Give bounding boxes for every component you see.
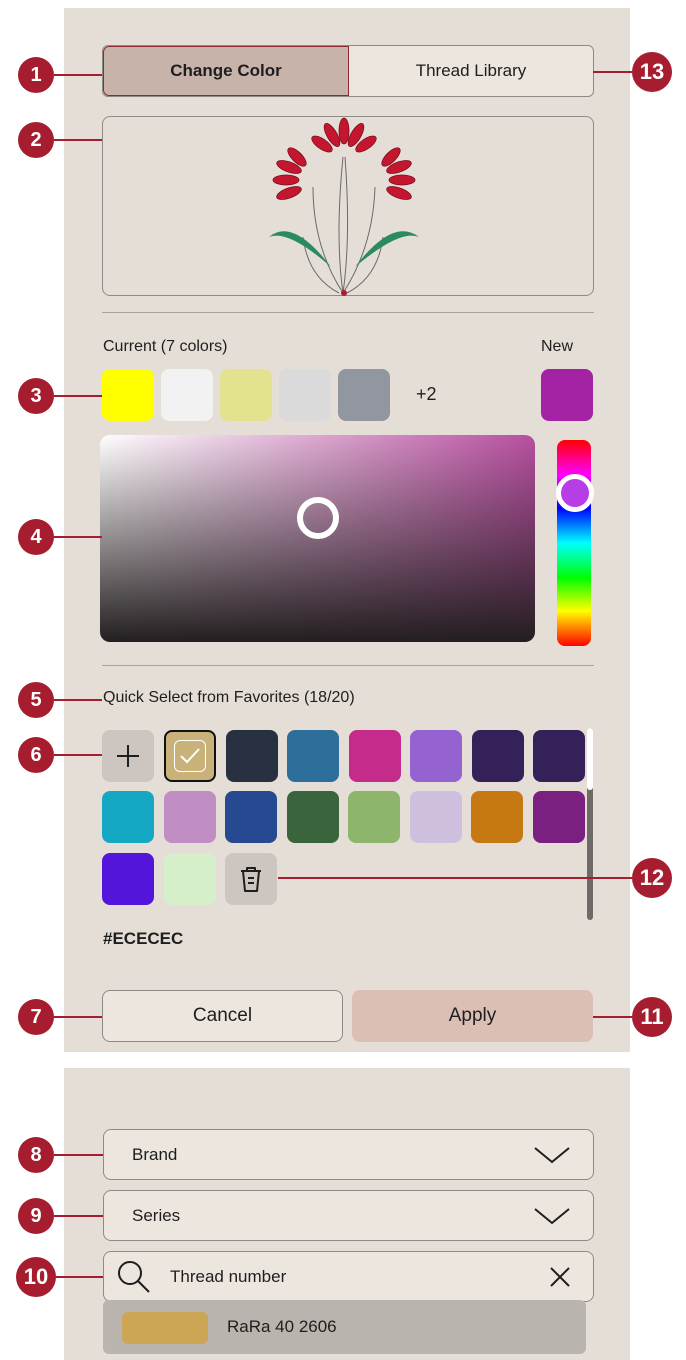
add-favorite-button[interactable] xyxy=(102,730,154,782)
callout-badge: 5 xyxy=(18,682,54,718)
callout-badge: 4 xyxy=(18,519,54,555)
callout-badge: 9 xyxy=(18,1198,54,1234)
callout-line xyxy=(54,754,102,756)
favorite-swatch[interactable] xyxy=(532,791,585,843)
callout-badge: 3 xyxy=(18,378,54,414)
brand-dropdown-label: Brand xyxy=(132,1144,178,1164)
callout-line xyxy=(54,1154,103,1156)
new-color-label: New xyxy=(541,338,574,355)
flower-design-image xyxy=(269,117,419,296)
chevron-down-icon xyxy=(534,1208,570,1225)
divider xyxy=(102,665,594,666)
thread-result-label: RaRa 40 2606 xyxy=(227,1317,337,1336)
picker-handle[interactable] xyxy=(297,497,339,539)
apply-button[interactable]: Apply xyxy=(352,990,593,1042)
favorite-swatch[interactable] xyxy=(102,853,154,905)
more-colors-count[interactable]: +2 xyxy=(416,384,437,405)
callout-badge: 11 xyxy=(632,997,672,1037)
favorite-swatch[interactable] xyxy=(410,730,462,782)
embroidery-preview xyxy=(102,116,594,296)
hex-readout: #ECECEC xyxy=(103,929,184,948)
callout-badge: 12 xyxy=(632,858,672,898)
callout-line xyxy=(278,877,632,879)
callout-line xyxy=(54,395,102,397)
callout-line xyxy=(54,74,102,76)
favorite-swatch[interactable] xyxy=(102,791,154,843)
callout-line xyxy=(54,536,102,538)
callout-line xyxy=(54,139,102,141)
favorites-label: Quick Select from Favorites (18/20) xyxy=(103,689,355,706)
tab-bar: Change Color Thread Library xyxy=(102,45,594,97)
callout-badge: 10 xyxy=(16,1257,56,1297)
callout-badge: 6 xyxy=(18,737,54,773)
search-placeholder: Thread number xyxy=(170,1266,287,1286)
favorite-swatch[interactable] xyxy=(471,730,524,782)
favorites-scrollbar-thumb[interactable] xyxy=(587,728,593,790)
trash-icon xyxy=(241,867,261,892)
favorite-swatch[interactable] xyxy=(163,853,216,905)
callout-badge: 1 xyxy=(18,57,54,93)
favorite-swatch[interactable] xyxy=(471,791,523,843)
divider xyxy=(102,312,594,313)
favorite-swatch[interactable] xyxy=(163,791,216,843)
current-colors-label: Current (7 colors) xyxy=(103,338,228,355)
close-icon[interactable] xyxy=(549,1266,571,1288)
hue-slider-handle[interactable] xyxy=(556,474,594,512)
series-dropdown-label: Series xyxy=(132,1205,181,1225)
checkmark-icon xyxy=(174,740,206,772)
cancel-button[interactable]: Cancel xyxy=(102,990,343,1042)
favorite-swatch[interactable] xyxy=(225,791,277,843)
current-color-swatch[interactable] xyxy=(161,369,213,421)
delete-favorite-button[interactable] xyxy=(225,853,277,905)
search-icon xyxy=(118,1261,150,1293)
callout-badge: 7 xyxy=(18,999,54,1035)
thread-number-search[interactable]: Thread number xyxy=(103,1251,594,1302)
current-color-swatch[interactable] xyxy=(338,369,390,421)
favorite-swatch[interactable] xyxy=(348,791,400,843)
favorite-swatch-selected[interactable] xyxy=(164,730,216,782)
series-dropdown[interactable]: Series xyxy=(103,1190,594,1241)
favorite-swatch[interactable] xyxy=(348,730,401,782)
callout-badge: 8 xyxy=(18,1137,54,1173)
callout-line xyxy=(593,71,632,73)
new-color-swatch xyxy=(541,369,593,421)
favorite-swatch[interactable] xyxy=(409,791,462,843)
callout-line xyxy=(54,1016,102,1018)
tab-change-color[interactable]: Change Color xyxy=(103,46,349,96)
callout-line xyxy=(593,1016,632,1018)
current-color-swatch[interactable] xyxy=(102,369,154,421)
chevron-down-icon xyxy=(534,1147,570,1164)
favorite-swatch[interactable] xyxy=(287,730,339,782)
current-color-swatch[interactable] xyxy=(279,369,331,421)
plus-icon xyxy=(117,745,139,767)
favorite-swatch[interactable] xyxy=(286,791,339,843)
tab-thread-library[interactable]: Thread Library xyxy=(349,46,593,96)
callout-badge: 2 xyxy=(18,122,54,158)
callout-line xyxy=(54,1215,103,1217)
callout-line xyxy=(54,699,102,701)
callout-line xyxy=(56,1276,103,1278)
thread-result-item[interactable]: RaRa 40 2606 xyxy=(103,1300,586,1354)
brand-dropdown[interactable]: Brand xyxy=(103,1129,594,1180)
hue-slider[interactable] xyxy=(557,440,591,646)
current-color-swatch[interactable] xyxy=(220,369,272,421)
favorite-swatch[interactable] xyxy=(225,730,278,782)
thread-color-chip xyxy=(122,1312,208,1344)
favorite-swatch[interactable] xyxy=(533,730,585,782)
callout-badge: 13 xyxy=(632,52,672,92)
